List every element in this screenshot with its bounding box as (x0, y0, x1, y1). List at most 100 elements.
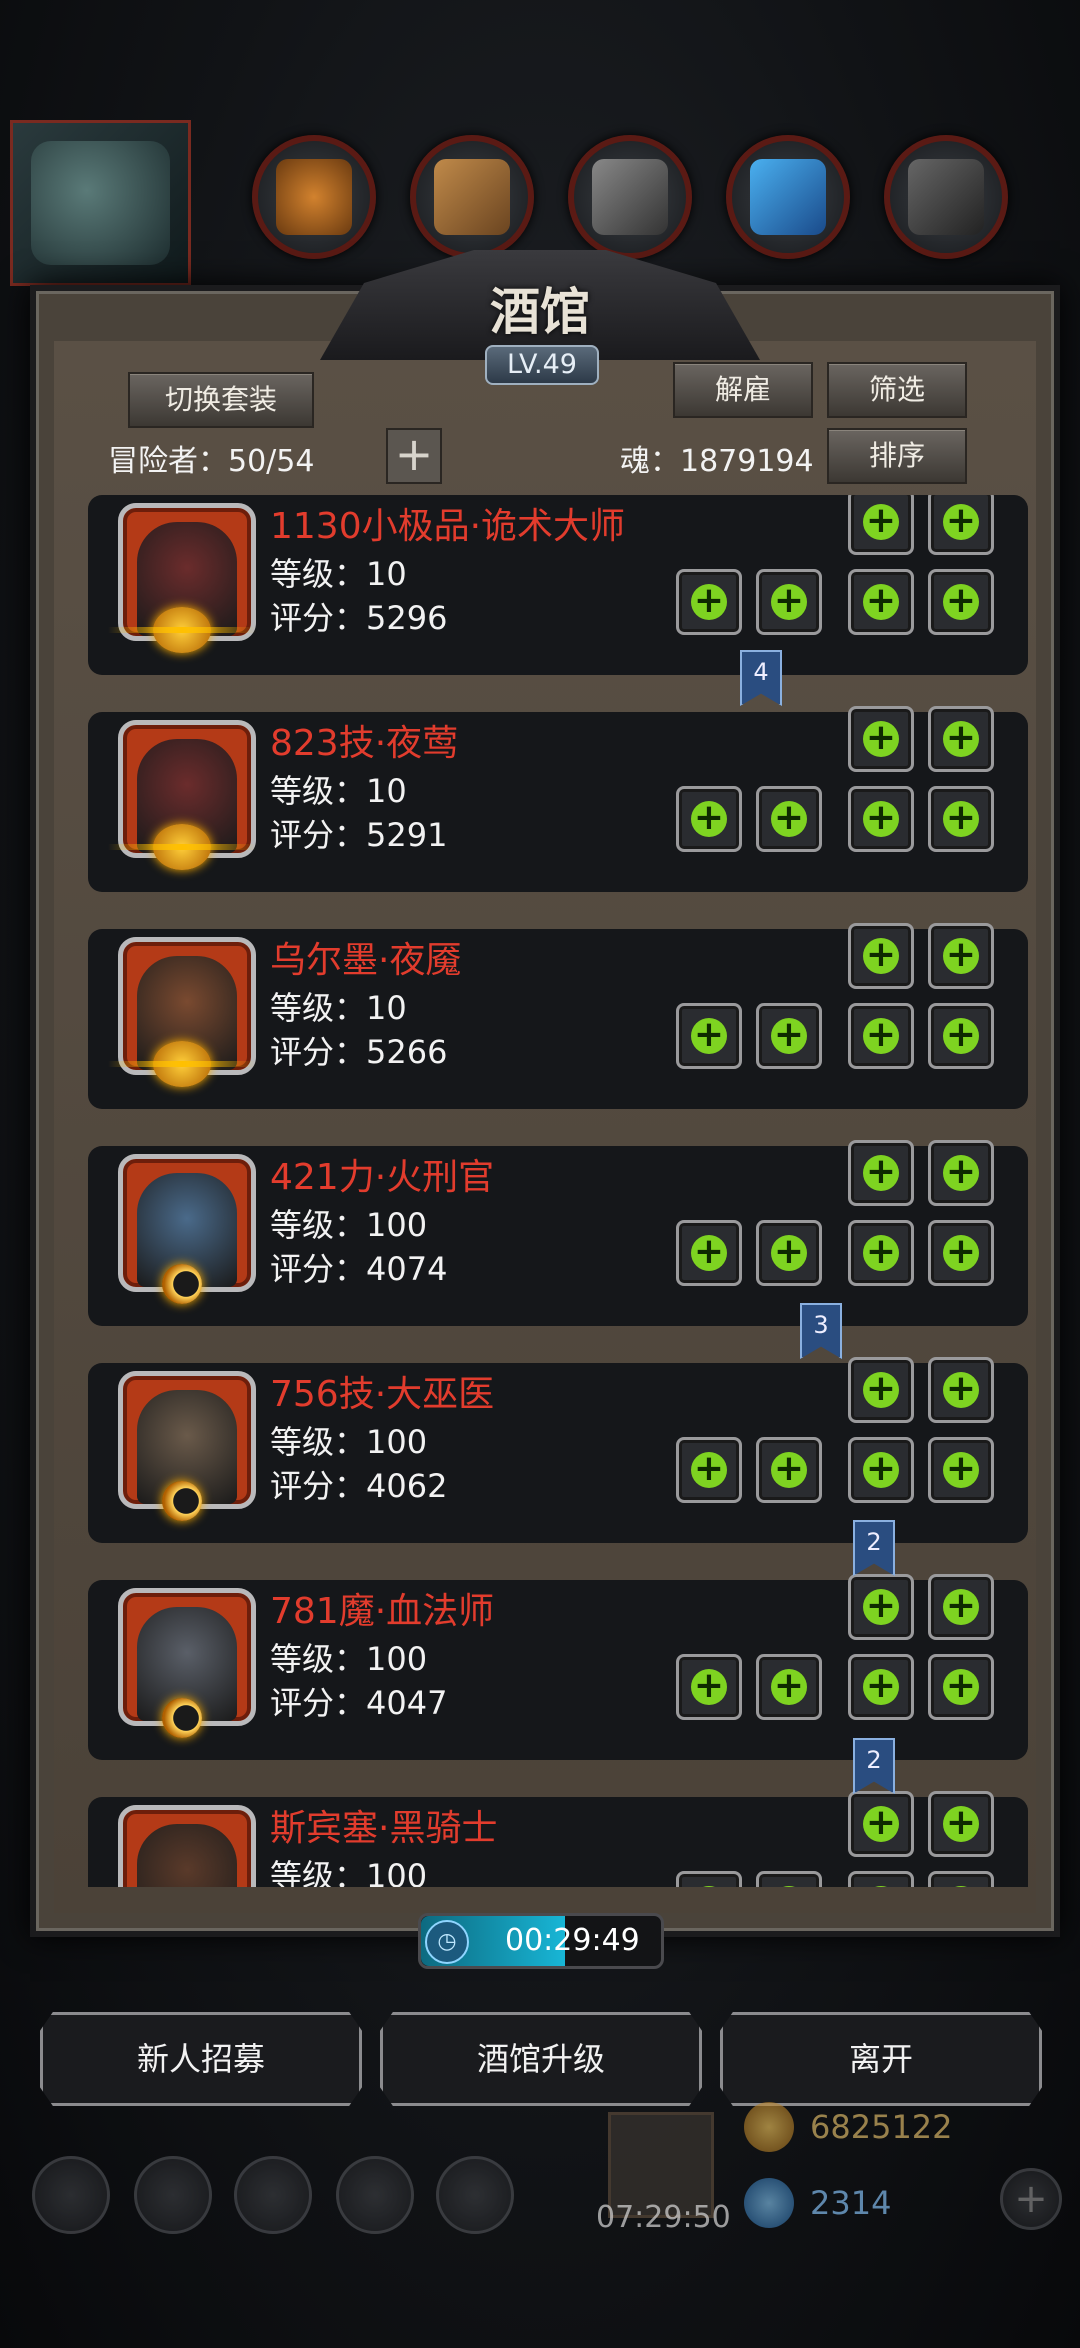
hero-score: 评分：5296 (270, 599, 448, 637)
ring-slot[interactable]: + (848, 1220, 914, 1286)
add-currency-icon[interactable]: + (1000, 2168, 1062, 2230)
amulet-slot[interactable]: + (928, 1220, 994, 1286)
plus-icon: + (691, 1668, 727, 1705)
armor-slot[interactable]: + (756, 786, 822, 852)
mail-icon[interactable] (336, 2156, 414, 2234)
rank-ribbon: 4 (740, 650, 782, 706)
hero-portrait[interactable] (118, 1805, 256, 1887)
ring-slot[interactable]: + (848, 1871, 914, 1887)
switch-outfit-button[interactable]: 切换套装 (128, 372, 314, 428)
armor-slot[interactable]: + (756, 1871, 822, 1887)
weapon-slot[interactable]: + (848, 1574, 914, 1640)
gem-icon (744, 2178, 794, 2228)
accessory-slot[interactable]: + (676, 1220, 742, 1286)
hero-card[interactable]: 421力·火刑官 等级：100 评分：4074 + + + + + + (88, 1140, 1028, 1326)
amulet-slot[interactable]: + (928, 569, 994, 635)
recruit-button[interactable]: 新人招募 (40, 2012, 362, 2106)
armor-slot[interactable]: + (756, 1437, 822, 1503)
settings-icon[interactable] (32, 2156, 110, 2234)
moon-icon (162, 1698, 202, 1738)
hero-score: 评分：4047 (270, 1684, 448, 1722)
plus-icon: + (691, 583, 727, 620)
plus-icon: + (943, 503, 979, 540)
plus-icon: + (771, 800, 807, 837)
offhand-slot[interactable]: + (928, 706, 994, 772)
plus-icon: + (943, 1017, 979, 1054)
offhand-slot[interactable]: + (928, 1357, 994, 1423)
offhand-slot[interactable]: + (928, 1140, 994, 1206)
amulet-slot[interactable]: + (928, 1437, 994, 1503)
plus-icon: + (863, 1017, 899, 1054)
hero-list[interactable]: 1130小极品·诡术大师 等级：10 评分：5296 + + + + + + 823技·夜… (60, 495, 1030, 1887)
amulet-slot[interactable]: + (928, 1871, 994, 1887)
amulet-slot[interactable]: + (928, 1003, 994, 1069)
dismiss-button[interactable]: 解雇 (673, 362, 813, 418)
weapon-slot[interactable]: + (848, 923, 914, 989)
hero-score: 评分：5291 (270, 816, 448, 854)
hero-card[interactable]: 781魔·血法师 等级：100 评分：4047 + + + + + + (88, 1574, 1028, 1760)
hero-card[interactable]: 823技·夜莺 等级：10 评分：5291 + + + + + + (88, 706, 1028, 892)
timer-text: 00:29:49 (505, 1923, 640, 1958)
team-icon[interactable] (134, 2156, 212, 2234)
sort-button[interactable]: 排序 (827, 428, 967, 484)
armor-slot[interactable]: + (756, 1003, 822, 1069)
filter-button[interactable]: 筛选 (827, 362, 967, 418)
dragon-icon (31, 141, 170, 265)
ring-slot[interactable]: + (848, 1003, 914, 1069)
plus-icon: + (771, 1668, 807, 1705)
plus-icon: + (943, 1234, 979, 1271)
rank-ribbon: 3 (800, 1303, 842, 1359)
ring-slot[interactable]: + (848, 786, 914, 852)
armor-slot[interactable]: + (756, 1220, 822, 1286)
gold-amount: 6825122 (810, 2108, 953, 2146)
hero-name: 421力·火刑官 (270, 1157, 495, 1198)
plus-icon: + (863, 800, 899, 837)
hero-card[interactable]: 乌尔墨·夜魇 等级：10 评分：5266 + + + + + + (88, 923, 1028, 1109)
ring-slot[interactable]: + (848, 1654, 914, 1720)
weapon-slot[interactable]: + (848, 1140, 914, 1206)
offhand-slot[interactable]: + (928, 923, 994, 989)
plus-icon: + (863, 583, 899, 620)
hero-card[interactable]: 756技·大巫医 等级：100 评分：4062 + + + + + + (88, 1357, 1028, 1543)
amulet-slot[interactable]: + (928, 786, 994, 852)
shop-icon[interactable] (436, 2156, 514, 2234)
hero-level: 等级：10 (270, 989, 407, 1027)
accessory-slot[interactable]: + (676, 1003, 742, 1069)
weapon-slot[interactable]: + (848, 1357, 914, 1423)
weapon-slot[interactable]: + (848, 495, 914, 555)
moon-icon (162, 1481, 202, 1521)
gold-coin-icon (744, 2102, 794, 2152)
accessory-slot[interactable]: + (676, 1654, 742, 1720)
accessory-slot[interactable]: + (676, 786, 742, 852)
plus-icon: + (943, 937, 979, 974)
weapon-slot[interactable]: + (848, 706, 914, 772)
rank-ribbon: 2 (853, 1520, 895, 1576)
resource-orb-iron (568, 135, 692, 259)
hero-card[interactable]: 1130小极品·诡术大师 等级：10 评分：5296 + + + + + + (88, 495, 1028, 675)
leave-button[interactable]: 离开 (720, 2012, 1042, 2106)
ring-slot[interactable]: + (848, 569, 914, 635)
gem-amount: 2314 (810, 2184, 892, 2222)
hero-card[interactable]: 斯宾塞·黑骑士 等级：100 + + + + + + (88, 1791, 1028, 1887)
armor-slot[interactable]: + (756, 1654, 822, 1720)
plus-icon: + (863, 1668, 899, 1705)
weapon-slot[interactable]: + (848, 1791, 914, 1857)
soul-count: 魂：1879194 (620, 444, 814, 479)
offhand-slot[interactable]: + (928, 1791, 994, 1857)
hero-score: 评分：5266 (270, 1033, 448, 1071)
amulet-slot[interactable]: + (928, 1654, 994, 1720)
add-slot-button[interactable]: + (386, 428, 442, 484)
armor-slot[interactable]: + (756, 569, 822, 635)
offhand-slot[interactable]: + (928, 1574, 994, 1640)
plus-icon: + (863, 1371, 899, 1408)
accessory-slot[interactable]: + (676, 569, 742, 635)
offhand-slot[interactable]: + (928, 495, 994, 555)
tavern-upgrade-button[interactable]: 酒馆升级 (380, 2012, 702, 2106)
plus-icon: + (863, 720, 899, 757)
accessory-slot[interactable]: + (676, 1437, 742, 1503)
map-icon[interactable] (234, 2156, 312, 2234)
clock-icon: ◷ (425, 1920, 469, 1964)
accessory-slot[interactable]: + (676, 1871, 742, 1887)
hero-level: 等级：100 (270, 1206, 428, 1244)
ring-slot[interactable]: + (848, 1437, 914, 1503)
